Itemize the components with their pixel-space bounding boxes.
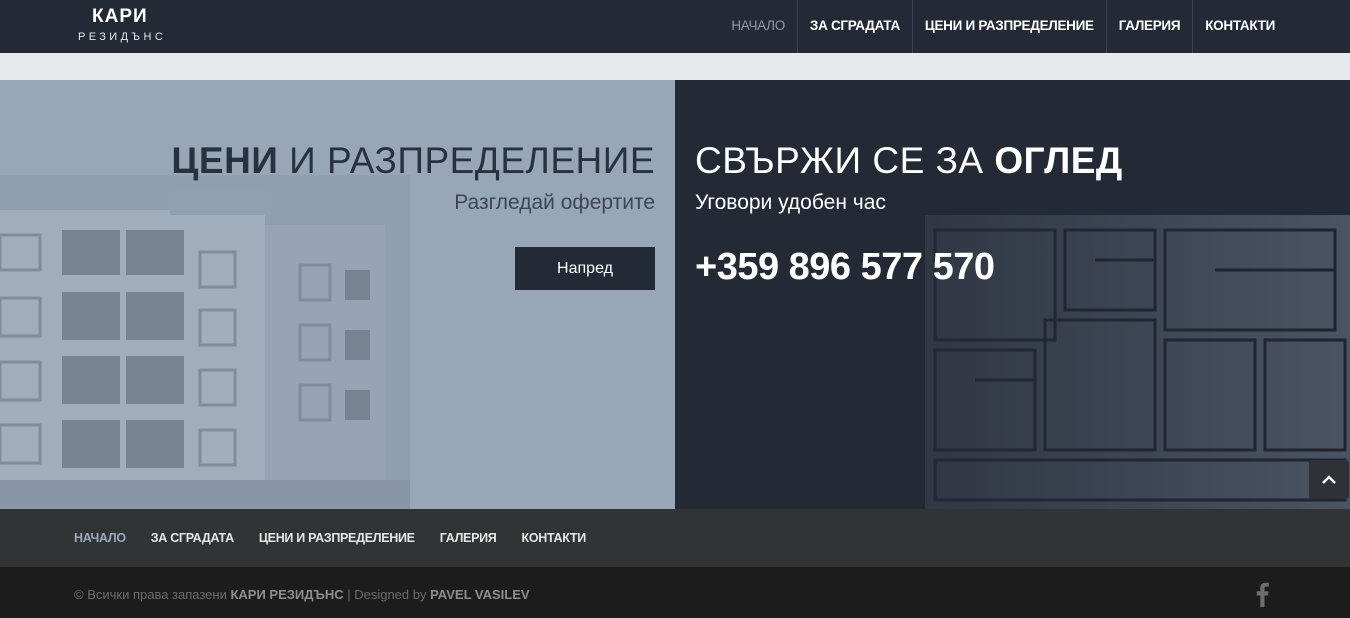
main-nav: НАЧАЛО ЗА СГРАДАТА ЦЕНИ И РАЗПРЕДЕЛЕНИЕ …: [719, 0, 1287, 53]
prices-subtitle: Разгледай офертите: [454, 191, 655, 214]
facebook-link[interactable]: [1252, 581, 1272, 607]
contact-title-rest: СВЪРЖИ СЕ ЗА: [695, 140, 995, 181]
footer-nav-prices[interactable]: ЦЕНИ И РАЗПРЕДЕЛЕНИЕ: [259, 531, 415, 545]
footer-nav-contacts[interactable]: КОНТАКТИ: [522, 531, 587, 545]
logo-title: КАРИ: [92, 6, 148, 27]
prices-title: ЦЕНИ И РАЗПРЕДЕЛЕНИЕ: [171, 140, 655, 182]
copyright-brand: КАРИ РЕЗИДЪНС: [230, 587, 344, 602]
footer-nav-links: НАЧАЛО ЗА СГРАДАТА ЦЕНИ И РАЗПРЕДЕЛЕНИЕ …: [74, 509, 611, 567]
contact-title: СВЪРЖИ СЕ ЗА ОГЛЕД: [695, 140, 1123, 182]
nav-item-building[interactable]: ЗА СГРАДАТА: [796, 0, 912, 53]
prices-title-bold: ЦЕНИ: [171, 140, 279, 181]
contact-title-bold: ОГЛЕД: [994, 140, 1123, 181]
header-divider-strip: [0, 53, 1350, 80]
site-footer: © Всички права запазени КАРИ РЕЗИДЪНС | …: [0, 567, 1350, 618]
nav-item-contacts[interactable]: КОНТАКТИ: [1192, 0, 1287, 53]
logo-subtitle: РЕЗИДЪНС: [78, 31, 167, 43]
logo[interactable]: КАРИ РЕЗИДЪНС: [78, 4, 188, 48]
facebook-icon: [1256, 582, 1269, 607]
copyright-prefix: © Всички права запазени: [74, 587, 231, 602]
contact-panel: СВЪРЖИ СЕ ЗА ОГЛЕД Уговори удобен час +3…: [675, 80, 1350, 509]
footer-nav: НАЧАЛО ЗА СГРАДАТА ЦЕНИ И РАЗПРЕДЕЛЕНИЕ …: [0, 509, 1350, 567]
chevron-up-icon: [1322, 475, 1336, 484]
copyright: © Всички права запазени КАРИ РЕЗИДЪНС | …: [74, 587, 530, 602]
designer-link[interactable]: PAVEL VASILEV: [430, 587, 529, 602]
footer-nav-gallery[interactable]: ГАЛЕРИЯ: [440, 531, 497, 545]
nav-item-gallery[interactable]: ГАЛЕРИЯ: [1105, 0, 1193, 53]
scroll-top-button[interactable]: [1309, 460, 1349, 499]
footer-nav-home[interactable]: НАЧАЛО: [74, 531, 126, 545]
nav-item-home[interactable]: НАЧАЛО: [719, 0, 797, 53]
footer-nav-building[interactable]: ЗА СГРАДАТА: [151, 531, 234, 545]
copyright-separator: | Designed by: [343, 587, 431, 602]
contact-subtitle: Уговори удобен час: [695, 191, 886, 214]
next-button[interactable]: Напред: [515, 247, 655, 290]
phone-number[interactable]: +359 896 577 570: [695, 246, 995, 289]
nav-item-prices[interactable]: ЦЕНИ И РАЗПРЕДЕЛЕНИЕ: [911, 0, 1106, 53]
prices-title-rest: И РАЗПРЕДЕЛЕНИЕ: [278, 140, 655, 181]
prices-panel: ЦЕНИ И РАЗПРЕДЕЛЕНИЕ Разгледай офертите …: [0, 80, 675, 509]
site-header: КАРИ РЕЗИДЪНС НАЧАЛО ЗА СГРАДАТА ЦЕНИ И …: [0, 0, 1350, 53]
